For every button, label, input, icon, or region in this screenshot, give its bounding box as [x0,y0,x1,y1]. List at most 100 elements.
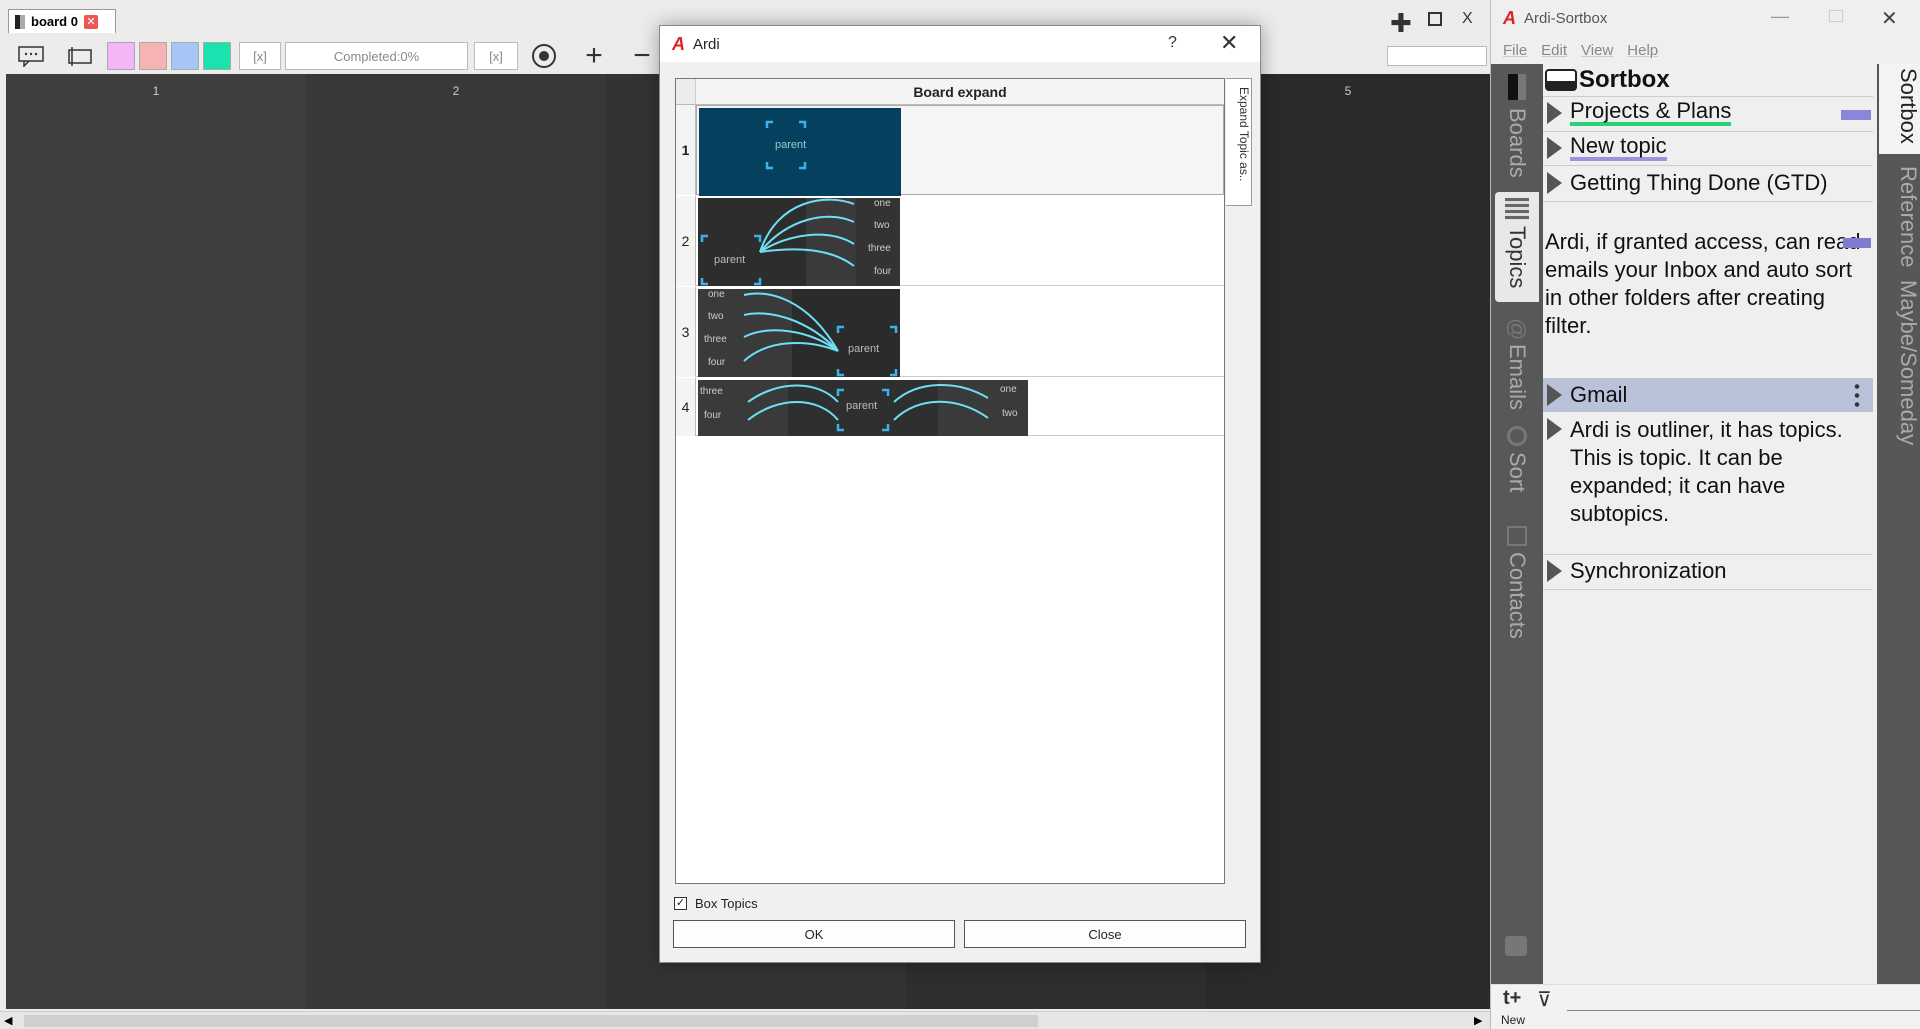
expand-triangle-icon[interactable] [1547,172,1562,194]
color-swatch-blue[interactable] [171,42,199,70]
topic-new-topic[interactable]: New topic [1543,135,1873,161]
tab-maybe-someday[interactable]: Maybe/Someday [1879,274,1920,445]
horizontal-scrollbar[interactable]: ◀ ▶ [0,1011,1490,1029]
layout-thumbnail[interactable]: parent three four one two [698,380,1028,436]
tab-emails-label: Emails [1505,344,1530,411]
frame-icon[interactable] [64,42,94,70]
table-row[interactable]: parent three four one two [696,378,1224,436]
close-tab-icon[interactable]: ✕ [83,14,98,29]
child-label: three [868,243,891,254]
window-close[interactable]: X [1462,10,1473,28]
new-topic-icon[interactable]: t+ [1503,987,1521,1010]
lock-icon[interactable] [1505,936,1527,956]
more-options-icon[interactable] [1853,382,1861,408]
zoom-out-icon[interactable]: − [626,39,658,72]
maximize-icon[interactable] [1829,10,1843,22]
table-corner [676,79,696,105]
parent-label: parent [775,139,807,151]
topic-gtd[interactable]: Getting Thing Done (GTD) [1543,170,1873,196]
minimize-icon[interactable]: — [1771,6,1789,27]
topic-label: Getting Thing Done (GTD) [1570,170,1828,195]
ardi-logo-icon: A [1503,8,1516,28]
color-swatch-red[interactable] [139,42,167,70]
tab-boards-label: Boards [1505,108,1530,178]
layout-thumbnail[interactable]: parent one two three four [698,289,900,377]
column-number: 2 [452,84,460,98]
menu-view[interactable]: View [1581,42,1613,59]
scrollbar-thumb[interactable] [24,1015,1038,1027]
progress-field: Completed:0% [285,42,468,70]
clear-progress-button[interactable]: [x] [474,42,518,70]
menu-file[interactable]: File [1503,42,1527,59]
new-label: New [1501,1013,1526,1027]
child-label: three [700,386,723,397]
add-icon[interactable]: ✚ [1390,8,1412,39]
topics-icon [1505,198,1529,220]
comment-icon[interactable] [16,42,46,70]
board-search-input[interactable] [1387,46,1487,66]
topic-label: New topic [1570,135,1667,161]
note-text: Ardi, if granted access, can read emails… [1545,229,1861,338]
box-topics-checkbox[interactable]: ✓ Box Topics [674,896,758,911]
menu-help[interactable]: Help [1627,42,1658,59]
topic-color-marker [1843,238,1871,248]
tab-emails[interactable]: @ Emails [1495,312,1539,412]
topic-synchronization[interactable]: Synchronization [1543,558,1873,584]
table-row[interactable]: parent one two three four [696,196,1224,286]
tab-reference[interactable]: Reference [1879,160,1920,270]
table-header: Board expand [696,79,1224,105]
board-icon [15,14,25,29]
filter-icon[interactable]: ⊽ [1537,987,1552,1012]
board-tab[interactable]: board 0 ✕ [8,9,116,33]
topic-outliner[interactable]: Ardi is outliner, it has topics. This is… [1543,416,1873,528]
target-icon[interactable] [528,42,560,70]
left-tab-rail: Boards Topics @ Emails Sort Contacts [1491,64,1543,984]
layout-thumbnail[interactable]: parent one two three four [698,198,900,286]
zoom-in-icon[interactable]: + [578,39,610,72]
child-label: one [874,198,891,209]
menubar: File Edit View Help [1503,42,1658,59]
board-column[interactable]: 1 [6,74,306,1009]
help-icon[interactable]: ? [1168,34,1177,52]
divider [1543,554,1873,555]
tab-contacts[interactable]: Contacts [1495,520,1539,640]
expand-triangle-icon[interactable] [1547,418,1562,440]
sortbox-heading-text: Sortbox [1579,66,1670,93]
expand-triangle-icon[interactable] [1547,384,1562,406]
close-button[interactable]: Close [964,920,1246,948]
tab-topics[interactable]: Topics [1495,192,1539,302]
tab-sortbox[interactable]: Sortbox [1879,64,1920,154]
expand-triangle-icon[interactable] [1547,102,1562,124]
table-row[interactable]: parent one two three four [696,287,1224,377]
checkbox-mark[interactable]: ✓ [674,897,687,910]
clear-color-button[interactable]: [x] [239,42,281,70]
board-column[interactable]: 2 [306,74,606,1009]
close-icon[interactable]: ✕ [1881,6,1898,31]
row-number: 4 [676,378,696,436]
scroll-right-icon[interactable]: ▶ [1474,1014,1482,1027]
ardi-logo-icon: A [672,33,685,54]
menu-edit[interactable]: Edit [1541,42,1567,59]
ok-button[interactable]: OK [673,920,955,948]
topic-gmail[interactable]: Gmail [1543,382,1873,408]
tab-expand-topic-as[interactable]: Expand Topic as.. [1226,78,1252,206]
row-number: 3 [676,287,696,377]
maximize-icon[interactable] [1428,12,1442,26]
color-swatch-pink[interactable] [107,42,135,70]
close-icon[interactable]: ✕ [1220,30,1238,56]
child-label: two [874,220,890,231]
board-tab-label: board 0 [31,14,78,29]
expand-triangle-icon[interactable] [1547,137,1562,159]
expand-triangle-icon[interactable] [1547,560,1562,582]
child-label: four [704,410,722,421]
board-expand-dialog: A Ardi ? ✕ Board expand 1 parent 2 paren… [659,25,1261,963]
topic-projects-plans[interactable]: Projects & Plans [1543,100,1873,126]
row-number: 2 [676,196,696,286]
filter-input[interactable] [1567,989,1920,1011]
table-row[interactable]: parent [696,105,1224,196]
scroll-left-icon[interactable]: ◀ [4,1014,12,1027]
tab-boards[interactable]: Boards [1495,68,1539,188]
tab-sort[interactable]: Sort [1495,420,1539,510]
color-swatch-green[interactable] [203,42,231,70]
layout-thumbnail[interactable]: parent [699,108,901,196]
